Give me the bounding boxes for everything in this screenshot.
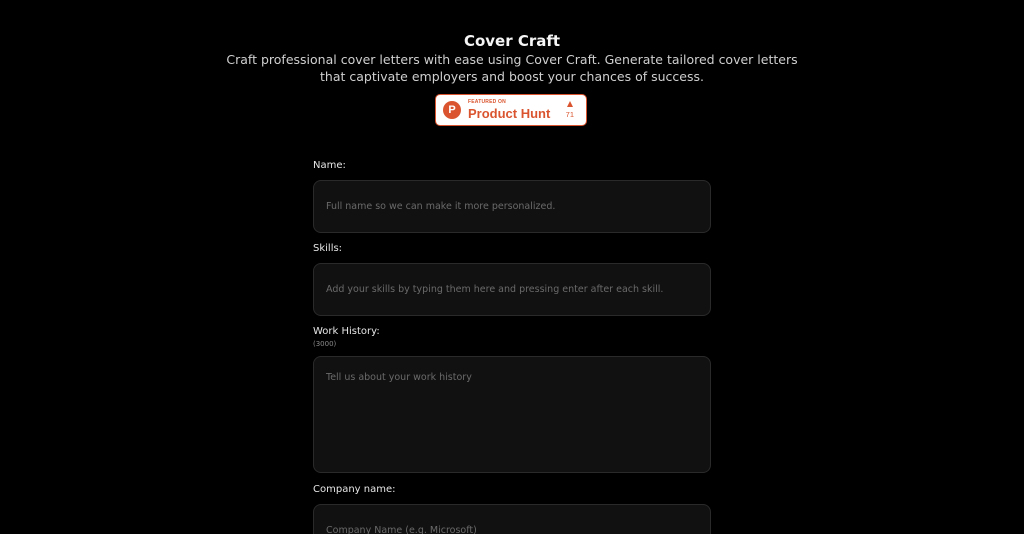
page-title: Cover Craft [463, 32, 561, 50]
page: Cover Craft Craft professional cover let… [0, 0, 1024, 534]
product-hunt-vote-count: 71 [565, 110, 574, 120]
name-label: Name: [313, 160, 346, 171]
product-hunt-logo-icon: P [443, 101, 461, 119]
skills-input[interactable]: Add your skills by typing them here and … [313, 263, 711, 316]
work-history-textarea[interactable]: Tell us about your work history [313, 356, 711, 473]
product-hunt-text: FEATURED ON Product Hunt [468, 99, 551, 121]
product-hunt-featured-label: FEATURED ON [468, 99, 506, 105]
skills-label: Skills: [313, 243, 343, 254]
company-name-label: Company name: [313, 484, 396, 495]
work-history-label: Work History: [313, 326, 380, 337]
name-input[interactable]: Full name so we can make it more persona… [313, 180, 711, 233]
product-hunt-badge[interactable]: P FEATURED ON Product Hunt 71 [435, 94, 587, 126]
upvote-arrow-icon [566, 101, 573, 108]
page-subtitle: Craft professional cover letters with ea… [226, 52, 798, 84]
product-hunt-name: Product Hunt [468, 106, 551, 121]
work-history-char-limit: (3000) [313, 340, 337, 348]
product-hunt-votes: 71 [566, 101, 574, 119]
company-name-input[interactable]: Company Name (e.g. Microsoft) [313, 504, 711, 534]
